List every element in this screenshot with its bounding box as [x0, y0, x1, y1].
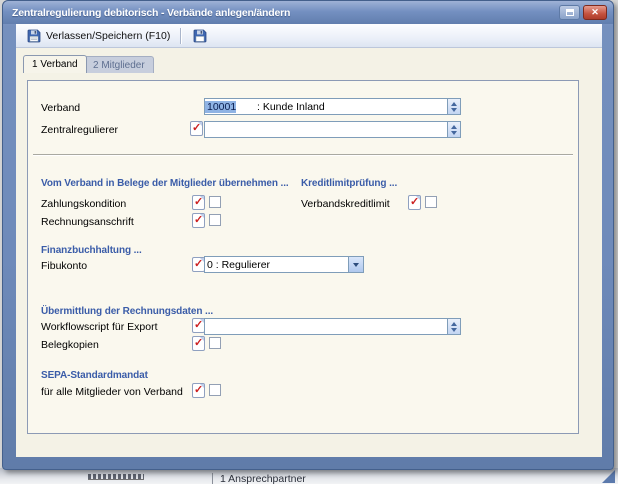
zahlungskondition-checkbox[interactable] [209, 196, 221, 208]
zahlungskondition-label: Zahlungskondition [41, 198, 126, 210]
check-mark: ✓ [194, 258, 203, 271]
fibukonto-dropdown[interactable]: 0 : Regulierer [204, 256, 364, 273]
section-finanzbuchhaltung: Finanzbuchhaltung ... [41, 245, 142, 256]
rechnungsanschrift-label: Rechnungsanschrift [41, 216, 134, 228]
check-mark: ✓ [194, 337, 203, 350]
verband-label: Verband [41, 102, 80, 114]
red-check-icon[interactable]: ✓ [190, 121, 203, 136]
verbandskreditlimit-label: Verbandskreditlimit [301, 198, 390, 210]
restore-icon [566, 9, 574, 16]
tab-page: 1 Verband 2 Mitglieder Verband 10001 : K… [16, 48, 602, 457]
check-mark: ✓ [194, 319, 203, 332]
red-check-icon[interactable]: ✓ [408, 195, 421, 210]
close-button[interactable]: ✕ [583, 5, 607, 20]
check-mark: ✓ [194, 384, 203, 397]
save-exit-label: Verlassen/Speichern (F10) [46, 30, 170, 42]
fibukonto-value: 0 : Regulierer [205, 259, 270, 271]
spin-buttons[interactable] [447, 122, 460, 137]
check-mark: ✓ [192, 122, 201, 135]
section-kreditlimit: Kreditlimitprüfung ... [301, 178, 397, 189]
section-sepa: SEPA-Standardmandat [41, 370, 148, 381]
spin-down-icon [451, 328, 457, 332]
resize-grip-icon[interactable] [602, 470, 615, 483]
background-window: 1 Ansprechpartner [0, 468, 618, 484]
save-button[interactable] [187, 26, 213, 46]
spin-up-icon [451, 322, 457, 326]
spin-down-icon [451, 131, 457, 135]
separator [33, 154, 573, 156]
belegkopien-checkbox[interactable] [209, 337, 221, 349]
spin-buttons[interactable] [447, 99, 460, 114]
spin-up-icon [451, 125, 457, 129]
red-check-icon[interactable]: ✓ [192, 195, 205, 210]
screen: 1 Ansprechpartner Zentralregulierung deb… [0, 0, 618, 484]
dropdown-button[interactable] [348, 257, 363, 272]
tab-verband[interactable]: 1 Verband [23, 55, 87, 73]
window-title: Zentralregulierung debitorisch - Verbänd… [12, 7, 290, 19]
tab-mitglieder[interactable]: 2 Mitglieder [84, 56, 154, 73]
check-mark: ✓ [194, 196, 203, 209]
fibukonto-label: Fibukonto [41, 260, 87, 272]
red-check-icon[interactable]: ✓ [192, 336, 205, 351]
save-icon [27, 29, 41, 43]
red-check-icon[interactable]: ✓ [192, 213, 205, 228]
restore-button[interactable] [559, 5, 580, 20]
dialog-window: Zentralregulierung debitorisch - Verbänd… [2, 0, 614, 470]
verband-value: 10001 [205, 101, 236, 113]
save-exit-button[interactable]: Verlassen/Speichern (F10) [21, 26, 176, 46]
spin-buttons[interactable] [447, 319, 460, 334]
save-icon [193, 29, 207, 43]
background-window-tab[interactable]: 1 Ansprechpartner [212, 473, 306, 484]
rechnungsanschrift-checkbox[interactable] [209, 214, 221, 226]
close-icon: ✕ [591, 7, 599, 18]
sepa-alle-label: für alle Mitglieder von Verband [41, 386, 183, 398]
spin-down-icon [451, 108, 457, 112]
section-uebermittlung: Übermittlung der Rechnungsdaten ... [41, 306, 213, 317]
check-mark: ✓ [194, 214, 203, 227]
zentralregulierer-label: Zentralregulierer [41, 124, 118, 136]
titlebar[interactable]: Zentralregulierung debitorisch - Verbänd… [3, 1, 613, 24]
workflowscript-label: Workflowscript für Export [41, 321, 158, 333]
toolbar: Verlassen/Speichern (F10) [16, 24, 602, 48]
spin-up-icon [451, 102, 457, 106]
red-check-icon[interactable]: ✓ [192, 383, 205, 398]
workflowscript-field[interactable] [204, 318, 461, 335]
section-uebernehmen: Vom Verband in Belege der Mitglieder übe… [41, 178, 289, 189]
verbandskreditlimit-checkbox[interactable] [425, 196, 437, 208]
verband-description: : Kunde Inland [257, 101, 325, 113]
zentralregulierer-field[interactable] [204, 121, 461, 138]
chevron-down-icon [353, 263, 359, 267]
check-mark: ✓ [410, 196, 419, 209]
verband-field[interactable]: 10001 : Kunde Inland [204, 98, 461, 115]
belegkopien-label: Belegkopien [41, 339, 99, 351]
background-window-text [88, 474, 144, 480]
toolbar-separator [180, 28, 181, 44]
sepa-alle-checkbox[interactable] [209, 384, 221, 396]
